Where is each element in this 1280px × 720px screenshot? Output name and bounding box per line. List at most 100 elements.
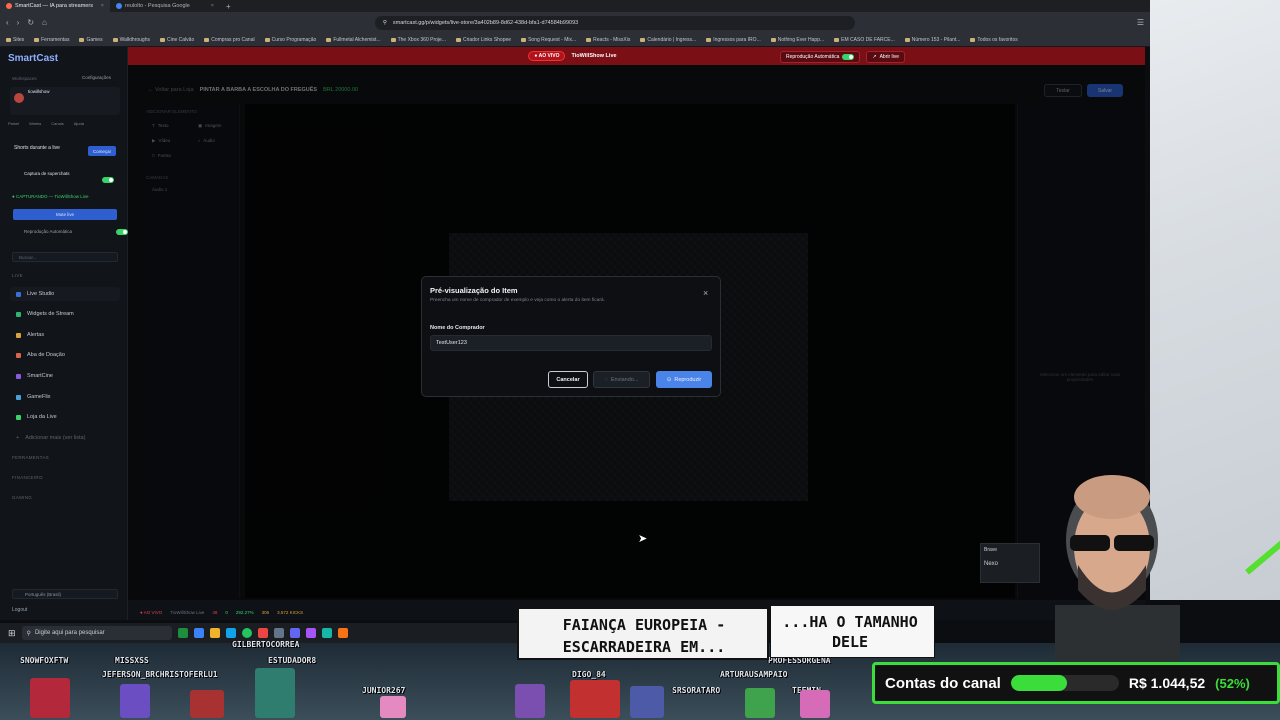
quick-tab[interactable]: Ajuda [74, 121, 84, 133]
section-gaming[interactable]: GAMING [12, 495, 32, 500]
avatar-sprite [120, 684, 150, 718]
folder-icon[interactable] [209, 628, 220, 638]
sidebar-item-live-studio[interactable]: Live Studio [10, 287, 120, 301]
sidebar-item-gameflix[interactable]: GameFlix [10, 390, 120, 404]
tab-google[interactable]: reulolto - Pesquisa Google × [110, 0, 220, 12]
close-tab-icon[interactable]: × [101, 3, 104, 9]
chat-nick: GILBERTOCORREA [232, 640, 300, 649]
tab-smartcast[interactable]: SmartCast — IA para streamers × [0, 0, 110, 12]
bookmark[interactable]: Reacts - MissXis [586, 37, 630, 43]
bookmark[interactable]: Ingressos para IRO... [706, 37, 761, 43]
reload-icon[interactable]: ↻ [27, 18, 34, 27]
autoplay-label: Reprodução Automática [24, 229, 73, 234]
brave-notification[interactable]: Brave Nexo [980, 543, 1040, 583]
home-icon[interactable]: ⌂ [42, 18, 47, 27]
bookmark[interactable]: Criador Links Shopee [455, 37, 511, 43]
bookmark[interactable]: Games [79, 37, 103, 43]
sidebar-item-smartcine[interactable]: SmartCine [10, 369, 120, 383]
bookmark[interactable]: Sites [6, 37, 24, 43]
goal-amount: R$ 1.044,52 [1128, 675, 1206, 691]
close-icon[interactable]: × [703, 288, 708, 298]
close-tab-icon[interactable]: × [211, 3, 214, 9]
sending-button[interactable]: ◌ Enviando... [593, 371, 650, 388]
goal-progress-bar [1010, 675, 1119, 691]
brave-icon[interactable] [257, 628, 268, 638]
autoplay-toggle[interactable] [115, 229, 128, 235]
play-button[interactable]: ⊙ Reproduzir [656, 371, 712, 388]
sidebar-item-donation[interactable]: Aba de Doação [10, 348, 120, 362]
bookmark[interactable]: Walkthroughs [112, 37, 150, 43]
chat-nick: SRSORATARO [672, 686, 721, 695]
google-favicon [116, 3, 122, 9]
user-card[interactable]: tiowillshow [10, 87, 120, 115]
sidebar-item-widgets[interactable]: Widgets de Stream [10, 307, 120, 321]
forward-arrow-icon[interactable]: › [17, 18, 20, 27]
taskbar-app-icon[interactable] [177, 628, 188, 638]
bookmark[interactable]: Nothing Ever Happ... [770, 37, 824, 43]
menu-icon[interactable]: ☰ [1137, 18, 1144, 27]
new-tab-icon[interactable]: + [220, 2, 237, 11]
bookmark[interactable]: EM CASO DE FARCE... [834, 37, 895, 43]
taskbar-app-icon[interactable] [321, 628, 332, 638]
taskbar-app-icon[interactable] [193, 628, 204, 638]
taskbar-app-icon[interactable] [337, 628, 348, 638]
capture-label: Captura de superchats [24, 171, 70, 176]
goal-progress-fill [1010, 675, 1068, 691]
live-badge: ● AO VIVO [528, 51, 566, 61]
bookmark[interactable]: The Xbox 360 Proje... [390, 37, 446, 43]
bookmark[interactable]: Compras pro Canal [204, 37, 255, 43]
chrome-icon[interactable] [241, 628, 252, 638]
mute-live-button[interactable]: Mute live [13, 209, 117, 220]
start-shorts-button[interactable]: Começar [88, 146, 116, 156]
stream-status-bar: ● AO VIVO TioWillShow Live 48 0 292.27% … [128, 606, 528, 618]
bookmark-all[interactable]: Todos os favoritos [970, 37, 1018, 43]
sidebar-item-store[interactable]: Loja da Live [10, 410, 120, 424]
browser-tab-bar: SmartCast — IA para streamers × reulolto … [0, 0, 1150, 12]
search-icon: ⚲ [26, 630, 31, 637]
discord-icon[interactable] [289, 628, 300, 638]
bookmark[interactable]: Número 153 - Pilant... [904, 37, 960, 43]
livebar-actions: Reprodução Automática ↗ Abrir live [780, 51, 906, 63]
studio-icon [16, 291, 21, 297]
quick-tab[interactable]: Canais [51, 121, 63, 133]
quick-tab[interactable]: Weeks [29, 121, 41, 133]
capture-toggle[interactable] [102, 177, 114, 183]
cancel-button[interactable]: Cancelar [548, 371, 588, 388]
language-select[interactable]: Português (Brasil) [12, 589, 118, 599]
section-tools[interactable]: FERRAMENTAS [12, 455, 49, 460]
bookmark[interactable]: Curso Programação [264, 37, 316, 43]
bookmark[interactable]: Song Request - Mix... [521, 37, 576, 43]
mouse-cursor-icon: ➤ [638, 533, 648, 545]
autoplay-toggle-button[interactable]: Reprodução Automática [780, 51, 861, 63]
config-link[interactable]: Configurações [82, 75, 111, 80]
workspaces-label: Workspaces [12, 76, 37, 81]
avatar-sprite [800, 690, 830, 718]
section-finance[interactable]: FINANCEIRO [12, 475, 43, 480]
buyer-name-input[interactable] [430, 335, 712, 351]
bookmark[interactable]: Fullmetal Alchemist... [326, 37, 381, 43]
bookmark[interactable]: Calendário | Ingress... [640, 37, 696, 43]
quick-tab[interactable]: Painel [8, 121, 19, 133]
gamepad-icon [16, 394, 21, 400]
status-channel: TioWillShow Live [170, 609, 205, 615]
windows-start-icon[interactable]: ⊞ [8, 628, 16, 639]
bookmark[interactable]: Cine Calvão [159, 37, 194, 43]
avatar-sprite [630, 686, 664, 718]
url-text: smartcast.gg/p/widgets/live-store/3a402b… [392, 19, 579, 26]
taskbar-app-icon[interactable] [225, 628, 236, 638]
url-input[interactable]: ⚲ smartcast.gg/p/widgets/live-store/3a402… [374, 15, 855, 30]
sidebar-item-add-more[interactable]: + Adicionar mais (ver lista) [10, 431, 120, 445]
steam-icon[interactable] [273, 628, 284, 638]
chat-nick: DIGO_84 [572, 670, 606, 679]
logout-link[interactable]: Logout [12, 607, 27, 613]
back-arrow-icon[interactable]: ‹ [6, 18, 9, 27]
sidebar-search-input[interactable]: Buscar... [12, 252, 118, 262]
brave-text: Nexo [984, 561, 999, 567]
bookmark[interactable]: Ferramentas [34, 37, 69, 43]
sidebar-item-alerts[interactable]: Alertas [10, 328, 120, 342]
brave-title: Brave [984, 547, 998, 553]
taskbar-app-icon[interactable] [305, 628, 316, 638]
taskbar-search-input[interactable]: ⚲ Digite aqui para pesquisar [21, 626, 172, 640]
brand-logo[interactable]: SmartCast [8, 53, 58, 64]
open-live-button[interactable]: ↗ Abrir live [866, 51, 906, 63]
